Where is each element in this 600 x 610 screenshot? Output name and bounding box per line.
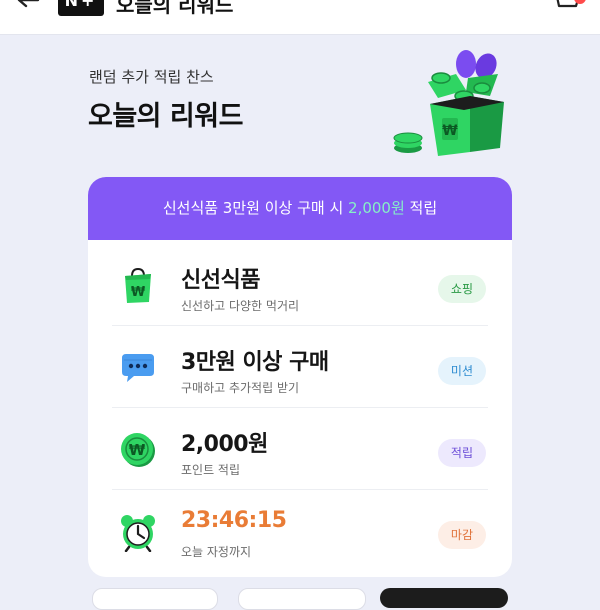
row-title: 3만원 이상 구매: [181, 350, 329, 375]
coin-icon: ₩: [121, 433, 155, 467]
tag-deadline: 마감: [437, 521, 486, 549]
banner-text-before: 신선식품 3만원 이상 구매 시: [162, 199, 349, 217]
tag-mission: 미션: [437, 357, 486, 385]
hero-subtitle: 랜덤 추가 적립 찬스: [89, 68, 214, 86]
reward-row-category[interactable]: ₩ 신선식품 신선하고 다양한 먹거리 쇼핑: [88, 244, 512, 326]
svg-text:₩: ₩: [129, 441, 146, 459]
naver-plus-logo[interactable]: N+: [58, 0, 104, 16]
gift-box-icon: ₩: [393, 50, 504, 156]
row-title: 2,000원: [181, 432, 268, 457]
bottom-button-1[interactable]: [92, 588, 218, 610]
hero-title: 오늘의 리워드: [88, 101, 243, 132]
chat-bubble-icon: [122, 354, 154, 382]
banner-highlight: 2,000원: [348, 199, 405, 217]
row-subtitle: 구매하고 추가적립 받기: [181, 381, 300, 395]
row-title: 신선식품: [181, 268, 260, 293]
reward-banner: 신선식품 3만원 이상 구매 시 2,000원 적립: [88, 177, 512, 240]
row-subtitle: 신선하고 다양한 먹거리: [181, 299, 300, 313]
svg-text:₩: ₩: [442, 123, 458, 139]
back-arrow-icon[interactable]: [14, 0, 44, 18]
reward-row-mission[interactable]: 3만원 이상 구매 구매하고 추가적립 받기 미션: [88, 326, 512, 408]
banner-text-after: 적립: [404, 199, 438, 217]
bottom-button-3[interactable]: [380, 588, 508, 608]
top-bar: N+ 오늘의 리워드: [0, 0, 600, 35]
alarm-clock-icon: [121, 515, 155, 552]
svg-text:₩: ₩: [131, 285, 146, 300]
reward-row-points[interactable]: ₩ 2,000원 포인트 적립 적립: [88, 408, 512, 490]
tag-shopping: 쇼핑: [437, 275, 486, 303]
tag-reward: 적립: [437, 439, 486, 467]
row-subtitle: 포인트 적립: [181, 463, 241, 477]
row-subtitle: 오늘 자정까지: [181, 545, 252, 559]
reward-row-deadline[interactable]: 23:46:15 오늘 자정까지 마감: [88, 490, 512, 572]
bottom-button-2[interactable]: [238, 588, 366, 610]
page-title: 오늘의 리워드: [116, 0, 234, 17]
shopping-bag-icon: ₩: [125, 267, 151, 303]
reward-card: 신선식품 3만원 이상 구매 시 2,000원 적립 ₩ 신선식품 신선하고 다…: [88, 177, 512, 577]
countdown-timer: 23:46:15: [181, 508, 287, 533]
